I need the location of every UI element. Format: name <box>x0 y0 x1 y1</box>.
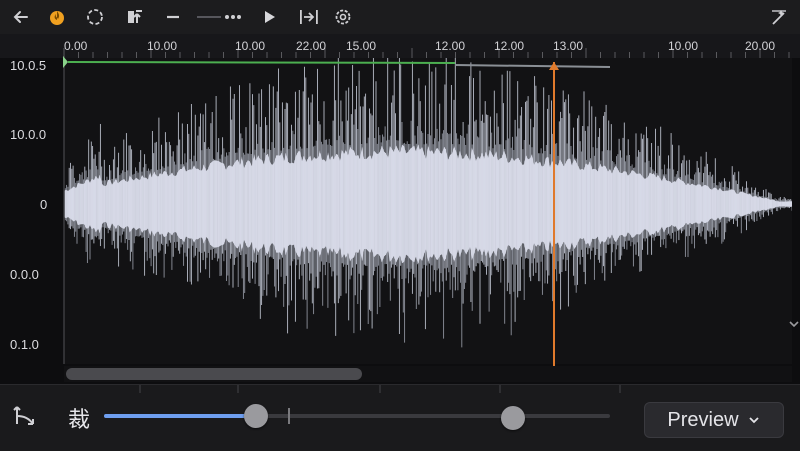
trim-slider-fill <box>104 414 256 418</box>
jump-to-end-icon[interactable] <box>296 4 322 30</box>
dots-icon[interactable] <box>220 4 246 30</box>
ruler-label: 22.00 <box>296 39 327 53</box>
settings-gear-icon[interactable] <box>330 4 356 30</box>
time-ruler[interactable]: 0.00 10.00 10.00 22.00 15.00 12.00 12.00… <box>0 34 800 58</box>
slider-divider <box>288 408 290 424</box>
line-dash-icon[interactable] <box>160 4 186 30</box>
flame-icon[interactable] <box>44 4 70 30</box>
back-arrow-icon[interactable] <box>8 4 34 30</box>
ruler-label: 10.00 <box>235 39 266 53</box>
waveform <box>64 58 792 348</box>
preview-button[interactable]: Preview <box>644 402 784 438</box>
ruler-label: 12.00 <box>435 39 466 53</box>
ruler-label: 15.00 <box>346 39 377 53</box>
ruler-label: 12.00 <box>494 39 525 53</box>
amplitude-label: 10.0.5 <box>10 58 47 73</box>
crop-label: 裁 <box>68 407 91 432</box>
ruler-label: 10.00 <box>147 39 178 53</box>
ruler-label: 13.00 <box>553 39 584 53</box>
ruler-label: 0.00 <box>64 39 88 53</box>
amplitude-label: 0.0.0 <box>10 267 39 282</box>
amplitude-label: 0.1.0 <box>10 337 39 352</box>
scrollbar-thumb[interactable] <box>66 368 362 380</box>
top-toolbar <box>0 0 800 35</box>
ruler-label: 20.00 <box>745 39 776 53</box>
export-icon[interactable] <box>122 4 148 30</box>
ruler-label: 10.00 <box>668 39 699 53</box>
loop-circle-icon[interactable] <box>82 4 108 30</box>
amplitude-label: 10.0.0 <box>10 127 47 142</box>
preview-label: Preview <box>667 408 739 431</box>
trim-end-knob[interactable] <box>501 406 525 430</box>
wand-icon[interactable] <box>766 4 792 30</box>
amplitude-label: 0 <box>40 197 48 212</box>
trim-arrows-icon[interactable] <box>12 402 40 430</box>
waveform-canvas[interactable] <box>64 58 792 364</box>
play-icon[interactable] <box>256 4 282 30</box>
bottom-ticks <box>139 385 621 393</box>
chevron-down-icon <box>748 417 759 424</box>
trim-start-knob[interactable] <box>244 404 268 428</box>
